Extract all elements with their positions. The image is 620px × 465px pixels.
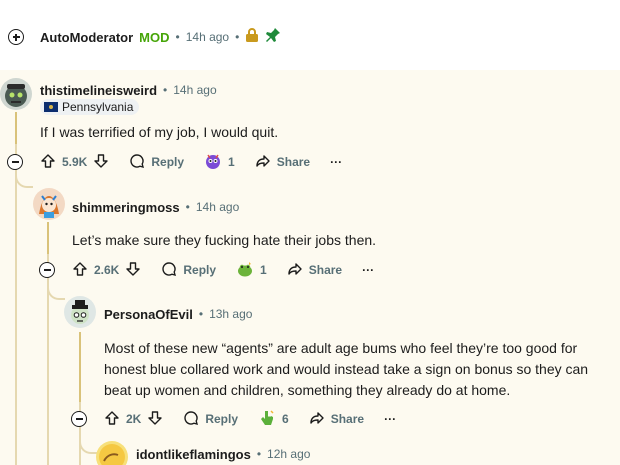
award-button[interactable]: 1: [204, 152, 235, 173]
comment-body: Let’s make sure they fucking hate their …: [72, 232, 377, 248]
thread-line[interactable]: [47, 222, 49, 465]
comment-author[interactable]: idontlikeflamingos: [136, 447, 251, 462]
timestamp[interactable]: 13h ago: [209, 307, 252, 321]
vote-controls: 5.9K: [40, 153, 109, 172]
separator: •: [163, 83, 168, 97]
comment-header: idontlikeflamingos • 12h ago: [136, 445, 310, 463]
more-options-button[interactable]: ···: [384, 412, 396, 426]
vote-controls: 2K: [104, 410, 163, 429]
comment-actions: 5.9K Reply 1 Share ···: [40, 152, 342, 172]
user-flair: Pennsylvania: [40, 99, 140, 115]
comment-author[interactable]: PersonaOfEvil: [104, 307, 193, 322]
downvote-icon[interactable]: [147, 410, 163, 429]
avatar[interactable]: [96, 441, 128, 465]
comment-bubble-icon: [161, 261, 177, 280]
upvote-icon[interactable]: [104, 410, 120, 429]
share-icon: [287, 261, 303, 280]
timestamp[interactable]: 14h ago: [196, 200, 239, 214]
share-icon: [309, 410, 325, 429]
thread-connector: [79, 430, 97, 454]
automod-author[interactable]: AutoModerator: [40, 30, 133, 45]
reply-label: Reply: [151, 155, 185, 169]
timestamp[interactable]: 14h ago: [173, 83, 216, 97]
comment-author[interactable]: thistimelineisweird: [40, 83, 157, 98]
share-icon: [255, 153, 271, 172]
reply-label: Reply: [183, 263, 217, 277]
comment-body: Most of these new “agents” are adult age…: [104, 338, 614, 401]
comment-body-line: beat up women and children, something th…: [104, 382, 511, 398]
separator: •: [256, 447, 262, 461]
comment-author[interactable]: shimmeringmoss: [72, 200, 180, 215]
separator: •: [235, 30, 240, 44]
expand-comment-button[interactable]: [8, 29, 24, 45]
award-count: 1: [228, 155, 235, 169]
comment-body-line: honest blue collared work and would inst…: [104, 361, 589, 377]
reply-label: Reply: [205, 412, 239, 426]
more-options-button[interactable]: ···: [330, 155, 342, 169]
comment-actions: 2.6K Reply 1 Share ···: [72, 260, 374, 280]
award-icon: [204, 152, 222, 173]
comment-bubble-icon: [129, 153, 145, 172]
comment-header: PersonaOfEvil • 13h ago: [104, 305, 252, 323]
award-button[interactable]: 6: [258, 409, 289, 430]
comment-header: shimmeringmoss • 14h ago: [72, 198, 239, 216]
flair-text: Pennsylvania: [62, 100, 134, 114]
vote-count: 2.6K: [94, 263, 120, 277]
vote-count: 5.9K: [62, 155, 88, 169]
comment-header: thistimelineisweird • 14h ago: [40, 81, 217, 99]
reply-button[interactable]: Reply: [161, 261, 216, 280]
automod-header: AutoModerator MOD • 14h ago •: [40, 27, 281, 48]
avatar[interactable]: [0, 78, 32, 110]
thread-line[interactable]: [15, 112, 17, 144]
comment-bubble-icon: [183, 410, 199, 429]
share-label: Share: [276, 155, 311, 169]
share-button[interactable]: Share: [287, 261, 342, 280]
award-count: 1: [260, 263, 267, 277]
share-button[interactable]: Share: [255, 153, 310, 172]
share-button[interactable]: Share: [309, 410, 364, 429]
separator: •: [198, 307, 204, 321]
lock-icon: [245, 27, 259, 48]
vote-controls: 2.6K: [72, 261, 141, 280]
downvote-icon[interactable]: [93, 153, 109, 172]
collapse-comment-button[interactable]: [7, 154, 23, 170]
separator: •: [185, 200, 190, 214]
thread-line[interactable]: [47, 222, 49, 254]
share-label: Share: [308, 263, 343, 277]
more-options-button[interactable]: ···: [362, 263, 374, 277]
reply-button[interactable]: Reply: [183, 410, 238, 429]
mod-badge: MOD: [139, 29, 170, 45]
separator: •: [175, 30, 180, 44]
pin-icon: [265, 27, 281, 48]
downvote-icon[interactable]: [125, 261, 141, 280]
award-button[interactable]: 1: [236, 260, 267, 281]
vote-count: 2K: [126, 412, 142, 426]
comment-actions: 2K Reply 6 Share ···: [104, 409, 396, 429]
thread-line[interactable]: [79, 332, 81, 402]
pennsylvania-flag-icon: [44, 102, 58, 112]
avatar[interactable]: [64, 296, 96, 328]
collapse-comment-button[interactable]: [71, 411, 87, 427]
collapse-comment-button[interactable]: [39, 262, 55, 278]
share-label: Share: [330, 412, 365, 426]
award-icon: [236, 260, 254, 281]
upvote-icon[interactable]: [40, 153, 56, 172]
upvote-icon[interactable]: [72, 261, 88, 280]
reply-button[interactable]: Reply: [129, 153, 184, 172]
timestamp[interactable]: 14h ago: [186, 30, 229, 44]
comment-body-line: Most of these new “agents” are adult age…: [104, 340, 578, 356]
award-count: 6: [282, 412, 289, 426]
avatar[interactable]: [33, 188, 65, 220]
award-icon: [258, 409, 276, 430]
timestamp[interactable]: 12h ago: [267, 447, 310, 461]
comment-body: If I was terrified of my job, I would qu…: [40, 124, 279, 140]
